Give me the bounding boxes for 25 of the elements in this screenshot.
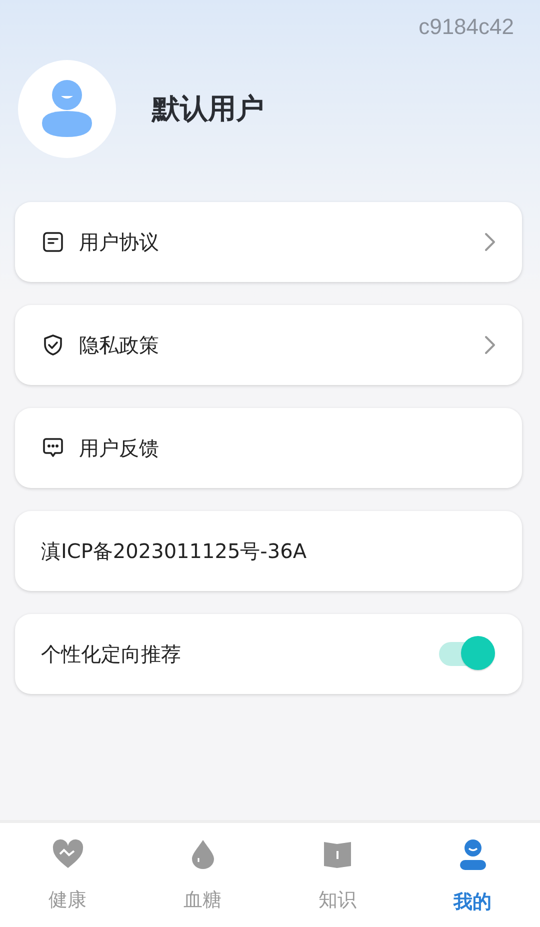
person-icon [458, 839, 486, 871]
person-icon [41, 79, 93, 139]
message-icon [41, 436, 65, 460]
user-name: 默认用户 [152, 91, 264, 127]
menu-label: 用户协议 [79, 228, 160, 256]
book-icon [322, 839, 352, 869]
drop-icon [190, 839, 214, 869]
menu-item[interactable]: 用户协议 [15, 202, 522, 282]
menu-item[interactable]: 用户反馈 [15, 408, 522, 488]
chevron-right-icon [484, 335, 496, 355]
shield-check-icon [41, 333, 65, 357]
nav-tab[interactable]: 知识 [270, 823, 405, 927]
menu-label: 隐私政策 [79, 332, 160, 358]
menu-label: 用户反馈 [79, 434, 160, 462]
heart-pulse-icon [52, 839, 84, 869]
chevron-right-icon [484, 232, 496, 252]
nav-tab[interactable]: 血糖 [135, 823, 270, 927]
toggle-switch[interactable] [438, 636, 496, 672]
device-id: c9184c42 [418, 14, 514, 41]
nav-tab[interactable]: 我的 [405, 823, 540, 927]
document-icon [41, 230, 65, 254]
nav-tab[interactable]: 健康 [0, 823, 135, 927]
license-number: 滇ICP备2023011125号-36A [41, 538, 308, 564]
setting-label: 个性化定向推荐 [41, 640, 182, 668]
menu-item[interactable]: 隐私政策 [15, 305, 522, 385]
